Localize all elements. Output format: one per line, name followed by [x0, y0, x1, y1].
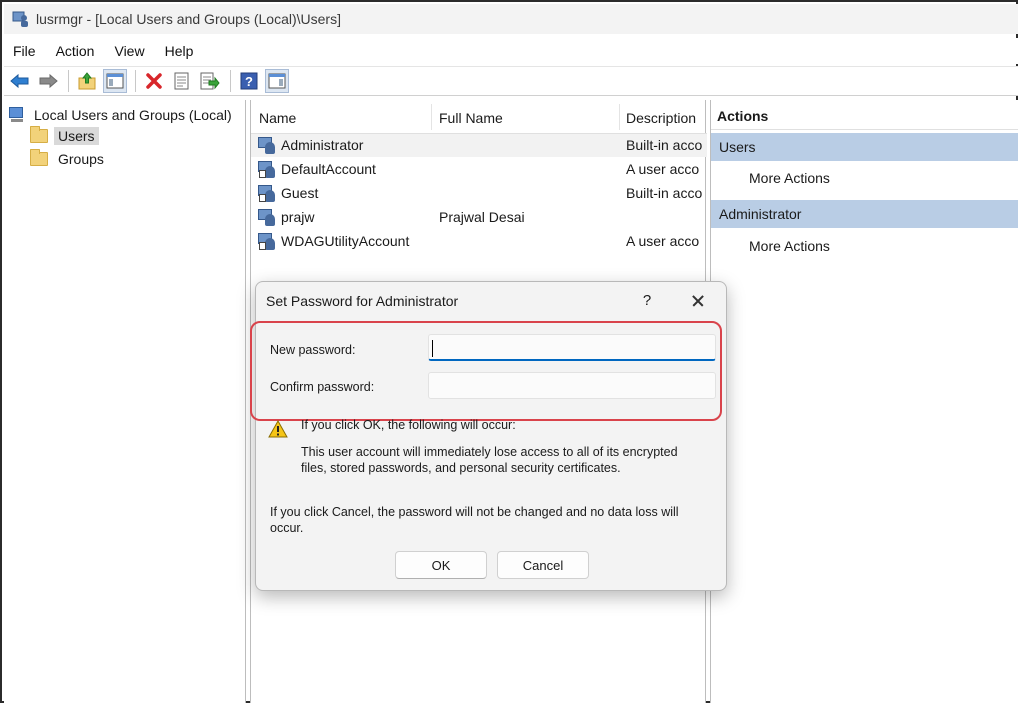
disabled-user-icon — [257, 232, 277, 251]
menu-view[interactable]: View — [114, 43, 144, 59]
toolbar-separator — [68, 70, 69, 92]
help-icon[interactable]: ? — [237, 69, 261, 93]
warning-heading: If you click OK, the following will occu… — [301, 418, 516, 432]
set-password-dialog: Set Password for Administrator ? New pas… — [250, 281, 727, 591]
table-row[interactable]: Administrator Built-in acco — [251, 134, 707, 157]
disabled-user-icon — [257, 184, 277, 203]
toolbar-separator — [135, 70, 136, 92]
toolbar: ? — [4, 66, 1018, 96]
text-caret — [432, 340, 433, 357]
tree-node-groups[interactable]: Groups — [30, 149, 108, 168]
up-folder-icon[interactable] — [75, 69, 99, 93]
svg-text:?: ? — [245, 74, 253, 89]
tree-node-label: Users — [54, 127, 99, 145]
cell-description: Built-in acco — [626, 137, 703, 153]
user-icon — [257, 208, 277, 227]
show-hide-console-tree-icon[interactable] — [103, 69, 127, 93]
close-icon[interactable] — [686, 289, 710, 313]
new-password-label: New password: — [270, 343, 356, 357]
toolbar-separator — [230, 70, 231, 92]
computer-users-icon — [12, 10, 30, 28]
confirm-password-label: Confirm password: — [270, 380, 375, 394]
table-row[interactable]: prajw Prajwal Desai — [251, 206, 707, 229]
properties-icon[interactable] — [170, 69, 194, 93]
actions-group-users[interactable]: Users — [711, 133, 1018, 161]
delete-icon[interactable] — [142, 69, 166, 93]
cell-name: Administrator — [281, 137, 364, 153]
show-hide-action-pane-icon[interactable] — [265, 69, 289, 93]
cancel-info-line-1: If you click Cancel, the password will n… — [270, 505, 679, 519]
cancel-info-line-2: occur. — [270, 521, 304, 535]
action-more-actions-users[interactable]: More Actions — [749, 170, 830, 186]
column-divider[interactable] — [619, 104, 620, 130]
tree-node-users[interactable]: Users — [30, 126, 99, 145]
action-more-actions-administrator[interactable]: More Actions — [749, 238, 830, 254]
cell-name: DefaultAccount — [281, 161, 376, 177]
table-row[interactable]: Guest Built-in acco — [251, 182, 707, 205]
cell-name: WDAGUtilityAccount — [281, 233, 410, 249]
menu-help[interactable]: Help — [165, 43, 194, 59]
cell-description: Built-in acco — [626, 185, 703, 201]
cell-full-name: Prajwal Desai — [439, 209, 525, 225]
console-tree: Local Users and Groups (Local) Users Gro… — [4, 100, 246, 703]
cell-name: prajw — [281, 209, 315, 225]
ok-button[interactable]: OK — [395, 551, 487, 579]
forward-arrow-icon[interactable] — [36, 69, 60, 93]
title-bar: lusrmgr - [Local Users and Groups (Local… — [4, 4, 1018, 34]
new-password-field[interactable] — [428, 334, 716, 361]
folder-icon — [30, 149, 48, 166]
cell-name: Guest — [281, 185, 319, 201]
computer-users-icon — [8, 106, 28, 124]
list-header: Name Full Name Description — [251, 100, 707, 134]
actions-pane: Actions Users More Actions Administrator… — [710, 100, 1018, 703]
dialog-title: Set Password for Administrator — [266, 293, 459, 309]
window-title: lusrmgr - [Local Users and Groups (Local… — [36, 11, 341, 27]
menu-file[interactable]: File — [13, 43, 36, 59]
help-button[interactable]: ? — [636, 290, 658, 312]
column-header-full-name[interactable]: Full Name — [439, 110, 503, 126]
menu-bar: File Action View Help — [4, 38, 1018, 64]
confirm-password-field[interactable] — [428, 372, 716, 399]
tree-root-local-users-and-groups[interactable]: Local Users and Groups (Local) — [8, 106, 232, 124]
table-row[interactable]: WDAGUtilityAccount A user acco — [251, 230, 707, 253]
user-icon — [257, 136, 277, 155]
cell-description: A user acco — [626, 161, 700, 177]
folder-icon — [30, 126, 48, 143]
export-list-icon[interactable] — [198, 69, 222, 93]
cell-description: A user acco — [626, 233, 700, 249]
column-header-name[interactable]: Name — [259, 110, 296, 126]
warning-body-line-2: files, stored passwords, and personal se… — [301, 461, 621, 475]
warning-body-line-1: This user account will immediately lose … — [301, 445, 678, 459]
column-header-description[interactable]: Description — [626, 110, 696, 126]
menu-action[interactable]: Action — [56, 43, 95, 59]
actions-group-administrator[interactable]: Administrator — [711, 200, 1018, 228]
back-arrow-icon[interactable] — [8, 69, 32, 93]
tree-node-label: Groups — [58, 151, 104, 167]
tree-root-label: Local Users and Groups (Local) — [34, 107, 232, 123]
actions-header: Actions — [711, 100, 1018, 130]
warning-icon — [268, 419, 288, 438]
column-divider[interactable] — [431, 104, 432, 130]
cancel-button[interactable]: Cancel — [497, 551, 589, 579]
disabled-user-icon — [257, 160, 277, 179]
table-row[interactable]: DefaultAccount A user acco — [251, 158, 707, 181]
